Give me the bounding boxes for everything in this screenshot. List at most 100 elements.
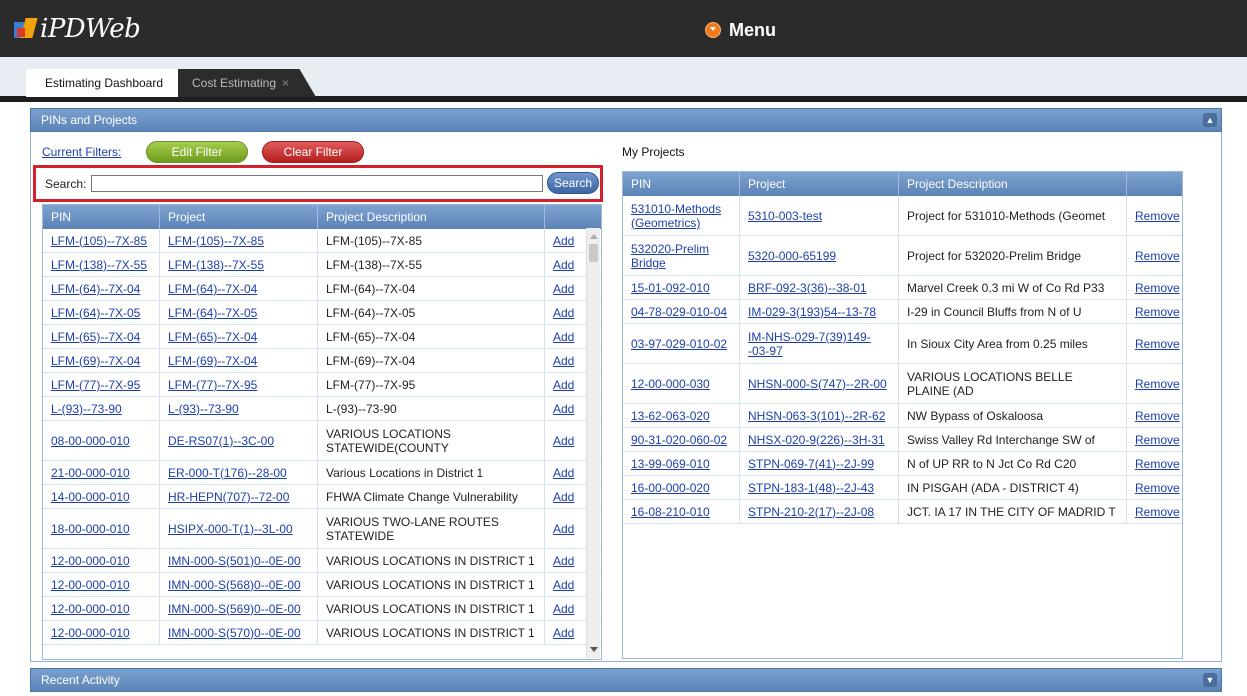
pin-link[interactable]: 90-31-020-060-02 [631, 433, 727, 447]
project-link[interactable]: L-(93)--73-90 [168, 402, 239, 416]
project-link[interactable]: BRF-092-3(36)--38-01 [748, 281, 867, 295]
add-link[interactable]: Add [553, 378, 574, 392]
pin-link[interactable]: 12-00-000-010 [51, 554, 130, 568]
project-link[interactable]: IM-NHS-029-7(39)149--03-97 [748, 330, 890, 358]
collapse-icon[interactable]: ▲ [1203, 113, 1217, 127]
project-link[interactable]: STPN-210-2(17)--2J-08 [748, 505, 874, 519]
add-link[interactable]: Add [553, 402, 574, 416]
add-link[interactable]: Add [553, 578, 574, 592]
add-link[interactable]: Add [553, 258, 574, 272]
add-link[interactable]: Add [553, 522, 574, 536]
pin-link[interactable]: 13-62-063-020 [631, 409, 710, 423]
pin-link[interactable]: 15-01-092-010 [631, 281, 710, 295]
pin-link[interactable]: 18-00-000-010 [51, 522, 130, 536]
add-link[interactable]: Add [553, 626, 574, 640]
add-link[interactable]: Add [553, 602, 574, 616]
project-link[interactable]: LFM-(138)--7X-55 [168, 258, 264, 272]
pin-link[interactable]: L-(93)--73-90 [51, 402, 122, 416]
pin-link[interactable]: 03-97-029-010-02 [631, 337, 727, 351]
clear-filter-button[interactable]: Clear Filter [262, 141, 364, 163]
pin-link[interactable]: 12-00-000-010 [51, 602, 130, 616]
pin-link[interactable]: LFM-(69)--7X-04 [51, 354, 140, 368]
expand-icon[interactable]: ▼ [1203, 673, 1217, 687]
remove-link[interactable]: Remove [1135, 209, 1180, 223]
pins-scrollbar[interactable] [586, 228, 600, 658]
pin-link[interactable]: 531010-Methods (Geometrics) [631, 202, 731, 230]
pin-link[interactable]: LFM-(77)--7X-95 [51, 378, 140, 392]
project-link[interactable]: NHSN-063-3(101)--2R-62 [748, 409, 885, 423]
scroll-down-icon[interactable] [590, 647, 598, 652]
add-link[interactable]: Add [553, 466, 574, 480]
remove-link[interactable]: Remove [1135, 409, 1180, 423]
project-link[interactable]: LFM-(65)--7X-04 [168, 330, 257, 344]
project-link[interactable]: IMN-000-S(568)0--0E-00 [168, 578, 301, 592]
col-header-project[interactable]: Project [740, 172, 899, 196]
col-header-project[interactable]: Project [160, 205, 318, 229]
project-link[interactable]: 5310-003-test [748, 209, 822, 223]
pin-link[interactable]: 08-00-000-010 [51, 434, 130, 448]
project-link[interactable]: NHSX-020-9(226)--3H-31 [748, 433, 885, 447]
scroll-up-icon[interactable] [590, 234, 598, 239]
tab-cost-estimating[interactable]: Cost Estimating × [178, 69, 316, 97]
scroll-thumb[interactable] [589, 244, 598, 262]
project-link[interactable]: 5320-000-65199 [748, 249, 836, 263]
edit-filter-button[interactable]: Edit Filter [146, 141, 248, 163]
remove-link[interactable]: Remove [1135, 337, 1180, 351]
remove-link[interactable]: Remove [1135, 249, 1180, 263]
remove-link[interactable]: Remove [1135, 377, 1180, 391]
close-icon[interactable]: × [282, 76, 289, 90]
remove-link[interactable]: Remove [1135, 281, 1180, 295]
pin-link[interactable]: 13-99-069-010 [631, 457, 710, 471]
project-link[interactable]: HR-HEPN(707)--72-00 [168, 490, 289, 504]
add-link[interactable]: Add [553, 306, 574, 320]
remove-link[interactable]: Remove [1135, 433, 1180, 447]
pin-link[interactable]: LFM-(65)--7X-04 [51, 330, 140, 344]
project-link[interactable]: IMN-000-S(501)0--0E-00 [168, 554, 301, 568]
add-link[interactable]: Add [553, 282, 574, 296]
add-link[interactable]: Add [553, 490, 574, 504]
project-link[interactable]: LFM-(69)--7X-04 [168, 354, 257, 368]
add-link[interactable]: Add [553, 354, 574, 368]
col-header-description[interactable]: Project Description [318, 205, 545, 229]
col-header-description[interactable]: Project Description [899, 172, 1127, 196]
col-header-pin[interactable]: PIN [43, 205, 160, 229]
add-link[interactable]: Add [553, 330, 574, 344]
remove-link[interactable]: Remove [1135, 481, 1180, 495]
project-link[interactable]: ER-000-T(176)--28-00 [168, 466, 287, 480]
pin-link[interactable]: LFM-(64)--7X-04 [51, 282, 140, 296]
project-link[interactable]: LFM-(64)--7X-05 [168, 306, 257, 320]
pin-link[interactable]: 12-00-000-010 [51, 626, 130, 640]
add-link[interactable]: Add [553, 234, 574, 248]
recent-activity-header[interactable]: Recent Activity ▼ [30, 668, 1222, 692]
pin-link[interactable]: 12-00-000-030 [631, 377, 710, 391]
pin-link[interactable]: LFM-(138)--7X-55 [51, 258, 147, 272]
project-link[interactable]: LFM-(64)--7X-04 [168, 282, 257, 296]
project-link[interactable]: LFM-(77)--7X-95 [168, 378, 257, 392]
current-filters-link[interactable]: Current Filters: [42, 145, 121, 159]
col-header-pin[interactable]: PIN [623, 172, 740, 196]
project-link[interactable]: DE-RS07(1)--3C-00 [168, 434, 274, 448]
project-link[interactable]: NHSN-000-S(747)--2R-00 [748, 377, 887, 391]
remove-link[interactable]: Remove [1135, 457, 1180, 471]
pin-link[interactable]: LFM-(64)--7X-05 [51, 306, 140, 320]
pin-link[interactable]: 21-00-000-010 [51, 466, 130, 480]
pin-link[interactable]: 04-78-029-010-04 [631, 305, 727, 319]
project-link[interactable]: STPN-183-1(48)--2J-43 [748, 481, 874, 495]
project-link[interactable]: IMN-000-S(569)0--0E-00 [168, 602, 301, 616]
pin-link[interactable]: 16-08-210-010 [631, 505, 710, 519]
remove-link[interactable]: Remove [1135, 305, 1180, 319]
project-link[interactable]: IMN-000-S(570)0--0E-00 [168, 626, 301, 640]
search-button[interactable]: Search [547, 172, 599, 194]
pin-link[interactable]: 14-00-000-010 [51, 490, 130, 504]
project-link[interactable]: HSIPX-000-T(1)--3L-00 [168, 522, 293, 536]
project-link[interactable]: LFM-(105)--7X-85 [168, 234, 264, 248]
app-logo[interactable]: iPDWeb [14, 12, 141, 46]
pin-link[interactable]: 532020-Prelim Bridge [631, 242, 731, 270]
menu-button[interactable]: Menu [705, 18, 776, 42]
pin-link[interactable]: 12-00-000-010 [51, 578, 130, 592]
pin-link[interactable]: 16-00-000-020 [631, 481, 710, 495]
tab-estimating-dashboard[interactable]: Estimating Dashboard [26, 69, 182, 97]
add-link[interactable]: Add [553, 554, 574, 568]
search-input[interactable] [91, 175, 543, 192]
project-link[interactable]: IM-029-3(193)54--13-78 [748, 305, 876, 319]
